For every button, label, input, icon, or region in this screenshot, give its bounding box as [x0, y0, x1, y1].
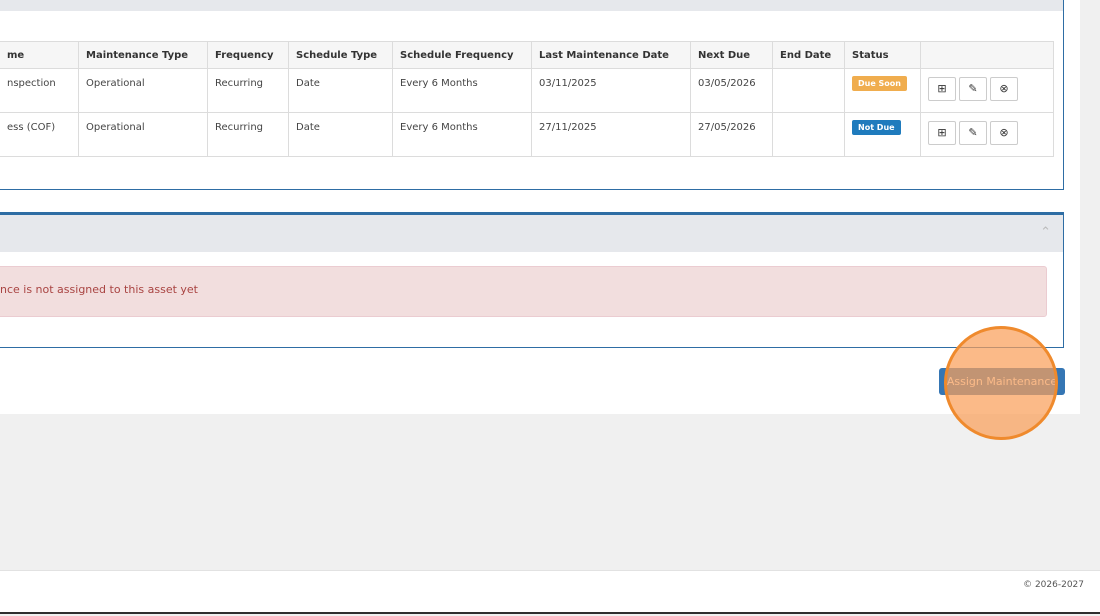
panel-header — [0, 0, 1063, 11]
footer: © 2026-2027 — [0, 570, 1100, 614]
table-row: nspection Operational Recurring Date Eve… — [0, 68, 1054, 113]
column-header-status: Status — [844, 41, 921, 69]
column-header-last-maintenance-date: Last Maintenance Date — [531, 41, 691, 69]
remove-button[interactable]: ⊗ — [990, 121, 1018, 145]
table-header-row: me Maintenance Type Frequency Schedule T… — [0, 41, 1054, 69]
cell-next-due: 27/05/2026 — [690, 112, 773, 157]
unassigned-panel: ⌃ ance is not assigned to this asset yet… — [0, 212, 1064, 348]
plus-square-icon: ⊞ — [937, 126, 947, 139]
cell-frequency: Recurring — [207, 112, 289, 157]
cell-end-date — [772, 112, 845, 157]
remove-icon: ⊗ — [999, 82, 1009, 95]
cell-actions: ⊞ ✎ ⊗ — [920, 68, 1054, 113]
cell-end-date — [772, 68, 845, 113]
cell-maintenance-type: Operational — [78, 68, 208, 113]
cell-next-due: 03/05/2026 — [690, 68, 773, 113]
remove-button[interactable]: ⊗ — [990, 77, 1018, 101]
remove-icon: ⊗ — [999, 126, 1009, 139]
cell-maintenance-type: Operational — [78, 112, 208, 157]
cell-schedule-type: Date — [288, 68, 393, 113]
status-badge: Not Due — [852, 120, 901, 135]
cell-status: Due Soon — [844, 68, 921, 113]
cell-name-text: ess (COF) — [7, 122, 56, 133]
cell-actions: ⊞ ✎ ⊗ — [920, 112, 1054, 157]
edit-button[interactable]: ✎ — [959, 121, 987, 145]
column-header-end-date: End Date — [772, 41, 845, 69]
column-header-name: me — [0, 41, 79, 69]
edit-icon: ✎ — [968, 82, 978, 95]
plus-square-icon: ⊞ — [937, 82, 947, 95]
edit-button[interactable]: ✎ — [959, 77, 987, 101]
cell-last-maintenance-date: 03/11/2025 — [531, 68, 691, 113]
column-header-frequency: Frequency — [207, 41, 289, 69]
cell-schedule-frequency: Every 6 Months — [392, 68, 532, 113]
add-button[interactable]: ⊞ — [928, 77, 956, 101]
cell-status: Not Due — [844, 112, 921, 157]
column-header-next-due: Next Due — [690, 41, 773, 69]
cell-name: nspection — [0, 68, 79, 113]
chevron-up-icon[interactable]: ⌃ — [1040, 225, 1051, 240]
column-header-actions — [920, 41, 1054, 69]
warning-alert: ance is not assigned to this asset yet. — [0, 266, 1047, 317]
cell-last-maintenance-date: 27/11/2025 — [531, 112, 691, 157]
main-content: me Maintenance Type Frequency Schedule T… — [0, 0, 1080, 414]
cell-schedule-type: Date — [288, 112, 393, 157]
edit-icon: ✎ — [968, 126, 978, 139]
status-badge: Due Soon — [852, 76, 907, 91]
maintenance-table: me Maintenance Type Frequency Schedule T… — [0, 41, 1054, 157]
add-button[interactable]: ⊞ — [928, 121, 956, 145]
alert-message: ance is not assigned to this asset yet. — [0, 283, 198, 296]
column-header-maintenance-type: Maintenance Type — [78, 41, 208, 69]
panel-header[interactable]: ⌃ — [0, 215, 1063, 252]
cell-schedule-frequency: Every 6 Months — [392, 112, 532, 157]
cell-name-text: nspection — [7, 78, 56, 89]
copyright-text: © 2026-2027 — [1023, 580, 1084, 590]
column-header-schedule-type: Schedule Type — [288, 41, 393, 69]
cell-frequency: Recurring — [207, 68, 289, 113]
assign-maintenance-button[interactable]: Assign Maintenance — [939, 368, 1065, 395]
table-row: ess (COF) Operational Recurring Date Eve… — [0, 112, 1054, 157]
column-header-schedule-frequency: Schedule Frequency — [392, 41, 532, 69]
cell-name: ess (COF) — [0, 112, 79, 157]
